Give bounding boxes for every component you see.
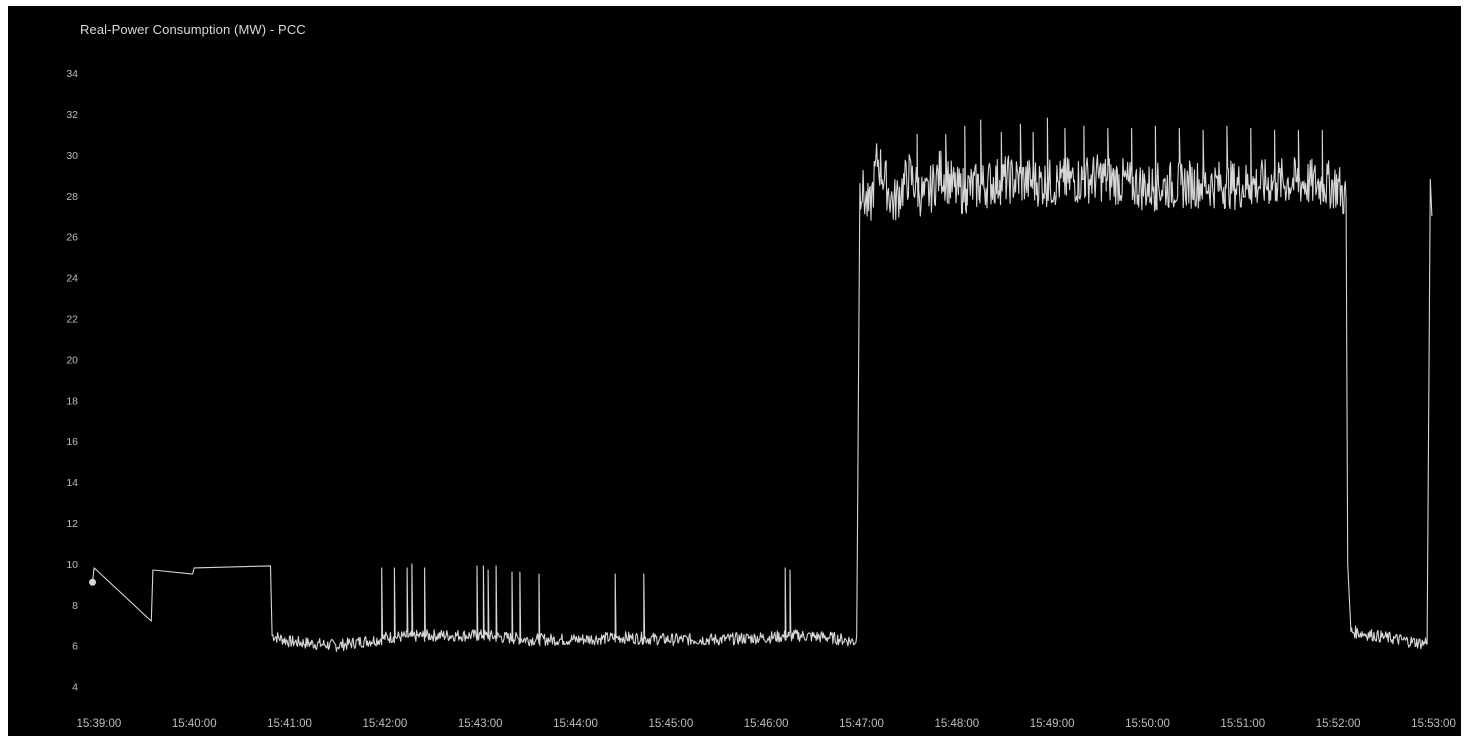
y-tick-label: 22 bbox=[66, 313, 78, 325]
x-tick-label: 15:42:00 bbox=[362, 718, 407, 730]
x-tick-label: 15:48:00 bbox=[934, 718, 979, 730]
y-tick-label: 14 bbox=[66, 477, 78, 489]
chart-plot: 46810121416182022242628303234 15:39:00 15… bbox=[66, 68, 1456, 730]
y-tick-label: 4 bbox=[72, 682, 78, 694]
start-point-marker bbox=[89, 578, 97, 586]
y-tick-label: 18 bbox=[66, 395, 78, 407]
x-tick-label: 15:51:00 bbox=[1220, 718, 1265, 730]
x-tick-label: 15:49:00 bbox=[1030, 718, 1075, 730]
y-tick-label: 28 bbox=[66, 191, 78, 203]
x-tick-label: 15:44:00 bbox=[553, 718, 598, 730]
y-tick-label: 20 bbox=[66, 354, 78, 366]
series-line bbox=[91, 117, 1433, 652]
x-tick-label: 15:40:00 bbox=[172, 718, 217, 730]
x-axis-ticks: 15:39:00 15:40:00 15:41:00 15:42:00 15:43:00… bbox=[77, 718, 1456, 730]
y-tick-label: 32 bbox=[66, 109, 78, 121]
x-tick-label: 15:39:00 bbox=[77, 718, 122, 730]
x-tick-label: 15:47:00 bbox=[839, 718, 884, 730]
x-tick-label: 15:43:00 bbox=[458, 718, 503, 730]
y-axis-ticks: 4 6 8 10 12 14 16 18 20 22 24 26 28 30 32 34 bbox=[66, 68, 78, 694]
x-tick-label: 15:41:00 bbox=[267, 718, 312, 730]
x-tick-label: 15:45:00 bbox=[648, 718, 693, 730]
x-tick-label: 15:53:00 bbox=[1411, 718, 1456, 730]
y-tick-label: 16 bbox=[66, 436, 78, 448]
y-tick-label: 10 bbox=[66, 559, 78, 571]
y-tick-label: 30 bbox=[66, 150, 78, 162]
x-tick-label: 15:46:00 bbox=[744, 718, 789, 730]
y-tick-label: 34 bbox=[66, 68, 78, 80]
y-tick-label: 8 bbox=[72, 600, 78, 612]
x-tick-label: 15:52:00 bbox=[1316, 718, 1361, 730]
y-tick-label: 6 bbox=[72, 641, 78, 653]
series-layer bbox=[89, 117, 1433, 652]
chart-frame: Real-Power Consumption (MW) - PCC 4 6 8 10 1… bbox=[8, 6, 1461, 736]
y-tick-label: 12 bbox=[66, 518, 78, 530]
y-tick-label: 26 bbox=[66, 232, 78, 244]
x-tick-label: 15:50:00 bbox=[1125, 718, 1170, 730]
y-tick-label: 24 bbox=[66, 273, 78, 285]
